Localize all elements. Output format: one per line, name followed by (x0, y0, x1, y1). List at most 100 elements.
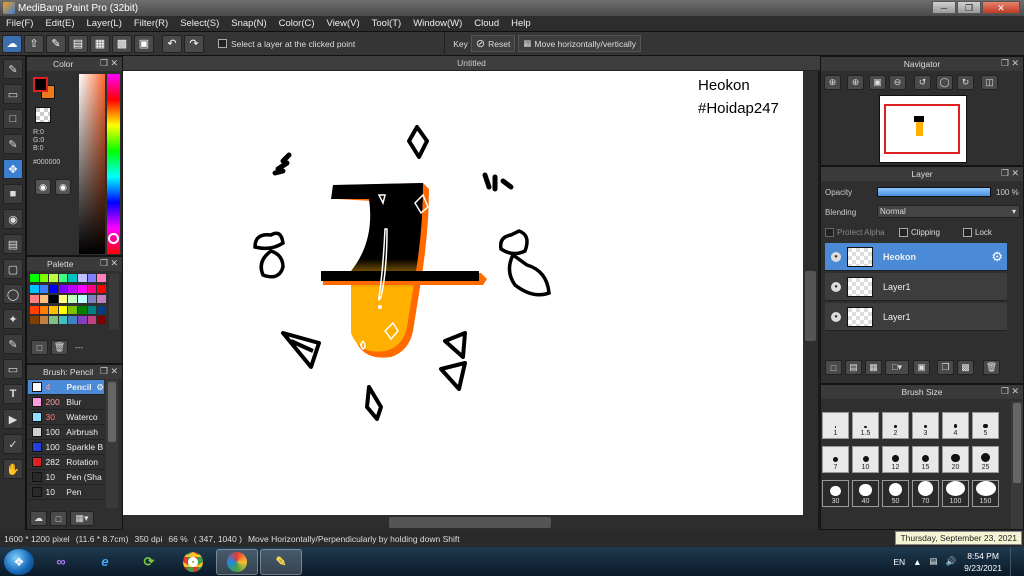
palette-swatch[interactable] (30, 295, 39, 303)
palette-swatch[interactable] (97, 295, 106, 303)
zoom-out-icon[interactable]: ⊖ (889, 75, 906, 90)
panel-layout-icon[interactable]: ▣ (134, 34, 154, 53)
palette-swatch[interactable] (78, 305, 87, 314)
menu-help[interactable]: Help (505, 18, 537, 29)
rectangle-tool-icon[interactable]: □ (3, 109, 23, 129)
brush-item[interactable]: 4 Pencil ⚙ (28, 380, 104, 395)
visual-studio-icon[interactable]: ∞ (40, 549, 82, 575)
palette-swatch[interactable] (39, 284, 49, 293)
palette-swatch[interactable] (49, 274, 58, 282)
redo-icon[interactable]: ↷ (184, 34, 204, 53)
fill-rect-tool-icon[interactable]: ■ (3, 184, 23, 204)
palette-swatch[interactable] (78, 295, 87, 303)
brush-menu-button[interactable]: ▦▾ (70, 511, 94, 526)
brush-size-cell[interactable]: 12 (882, 446, 909, 473)
brush-size-cell[interactable]: 150 (972, 480, 999, 507)
menu-select[interactable]: Select(S) (174, 18, 225, 29)
brush-page-button[interactable]: □ (50, 511, 67, 526)
chrome-icon[interactable] (172, 549, 214, 575)
brush-size-cell[interactable]: 25 (972, 446, 999, 473)
layer-row-layer1-2[interactable]: ● Layer1 (825, 303, 1007, 331)
palette-swatch[interactable] (87, 274, 97, 282)
saturation-value-box[interactable] (79, 74, 105, 254)
palette-swatch[interactable] (39, 295, 49, 303)
brush-size-cell[interactable]: 7 (822, 446, 849, 473)
app-icon-green[interactable]: ⟳ (128, 549, 170, 575)
panel-controls-icon[interactable]: ❐ ✕ (100, 366, 118, 377)
canvas-vertical-scrollbar[interactable] (803, 71, 818, 515)
brush-size-cell[interactable]: 1.5 (852, 412, 879, 439)
layer-visibility-icon[interactable]: ● (831, 281, 841, 292)
brush-tool-icon[interactable]: ✎ (3, 59, 23, 79)
delete-palette-button[interactable]: 🗑 (51, 340, 68, 355)
palette-swatch[interactable] (49, 284, 58, 293)
menu-color[interactable]: Color(C) (273, 18, 321, 29)
color-set-button[interactable]: ◉ (55, 179, 71, 195)
palette-swatch[interactable] (68, 284, 77, 293)
palette-scrollbar[interactable] (109, 274, 119, 330)
palette-swatch[interactable] (78, 284, 87, 293)
new-layer-8bit-button[interactable]: ▤ (845, 360, 862, 375)
brush-size-cell[interactable]: 70 (912, 480, 939, 507)
menu-layer[interactable]: Layer(L) (81, 18, 128, 29)
show-desktop-button[interactable] (1010, 547, 1020, 576)
menu-view[interactable]: View(V) (321, 18, 366, 29)
layer-visibility-icon[interactable]: ● (831, 251, 841, 262)
layer-row-layer1[interactable]: ● Layer1 (825, 273, 1007, 301)
brush-size-cell[interactable]: 15 (912, 446, 939, 473)
palette-swatch[interactable] (39, 305, 49, 314)
color-wheel-button[interactable]: ◉ (35, 179, 51, 195)
layer-add-menu-button[interactable]: □▾ (885, 360, 909, 375)
duplicate-layer-button[interactable]: ❐ (937, 360, 954, 375)
operation-tool-icon[interactable]: ▶ (3, 409, 23, 429)
gradient-tool-icon[interactable]: ▤ (3, 234, 23, 254)
menu-window[interactable]: Window(W) (407, 18, 468, 29)
brush-size-cell[interactable]: 3 (912, 412, 939, 439)
palette-swatch[interactable] (97, 305, 106, 314)
transparent-color-swatch[interactable] (35, 107, 51, 123)
menu-file[interactable]: File(F) (0, 18, 39, 29)
layer-row-heokon[interactable]: ● Heokon ⚙ (825, 243, 1007, 271)
eraser-tool-icon[interactable]: ▭ (3, 84, 23, 104)
navigator-preview[interactable] (879, 95, 967, 163)
hand-tool-icon[interactable]: ✋ (3, 459, 23, 479)
menu-snap[interactable]: Snap(N) (225, 18, 272, 29)
menu-edit[interactable]: Edit(E) (39, 18, 80, 29)
hue-slider[interactable] (107, 74, 120, 254)
palette-swatch[interactable] (39, 316, 49, 324)
delete-layer-icon[interactable]: 🗑 (983, 360, 1000, 375)
palette-swatch[interactable] (97, 284, 106, 293)
primary-color-swatch[interactable] (33, 77, 48, 92)
palette-swatch[interactable] (30, 274, 39, 282)
add-brush-button[interactable]: ☁ (30, 511, 47, 526)
palette-swatch[interactable] (78, 274, 87, 282)
palette-swatch[interactable] (58, 284, 68, 293)
menu-tool[interactable]: Tool(T) (366, 18, 408, 29)
gear-icon[interactable]: ⚙ (991, 249, 1003, 265)
eyedropper-icon[interactable]: ✓ (3, 434, 23, 454)
palette-swatch[interactable] (49, 295, 58, 303)
network-icon[interactable]: ▤ (930, 556, 938, 567)
brush-item[interactable]: 10 Pen (28, 485, 104, 500)
palette-swatch[interactable] (58, 316, 68, 324)
canvas-horizontal-scrollbar[interactable] (123, 515, 818, 530)
brush-item[interactable]: 282 Rotation (28, 455, 104, 470)
brush-item[interactable]: 30 Waterco (28, 410, 104, 425)
brush-item[interactable]: 200 Blur (28, 395, 104, 410)
brush-size-cell[interactable]: 30 (822, 480, 849, 507)
brush-size-cell[interactable]: 5 (972, 412, 999, 439)
zoom-in-icon-2[interactable]: ⊕ (847, 75, 864, 90)
brush-size-cell[interactable]: 10 (852, 446, 879, 473)
blending-select[interactable]: Normal ▾ (877, 205, 1020, 218)
clipping-checkbox[interactable]: Clipping (899, 228, 940, 237)
canvas-tab[interactable]: Untitled (123, 56, 820, 71)
bucket-tool-icon[interactable]: ◉ (3, 209, 23, 229)
volume-icon[interactable]: 🔊 (946, 556, 957, 567)
brush-size-cell[interactable]: 40 (852, 480, 879, 507)
select-eraser-icon[interactable]: ▭ (3, 359, 23, 379)
protect-alpha-checkbox[interactable]: Protect Alpha (825, 228, 885, 237)
rotate-right-icon[interactable]: ↻ (957, 75, 974, 90)
undo-icon[interactable]: ↶ (162, 34, 182, 53)
clock[interactable]: 8:54 PM 9/23/2021 (964, 550, 1002, 574)
rotate-reset-icon[interactable]: ◯ (936, 75, 953, 90)
